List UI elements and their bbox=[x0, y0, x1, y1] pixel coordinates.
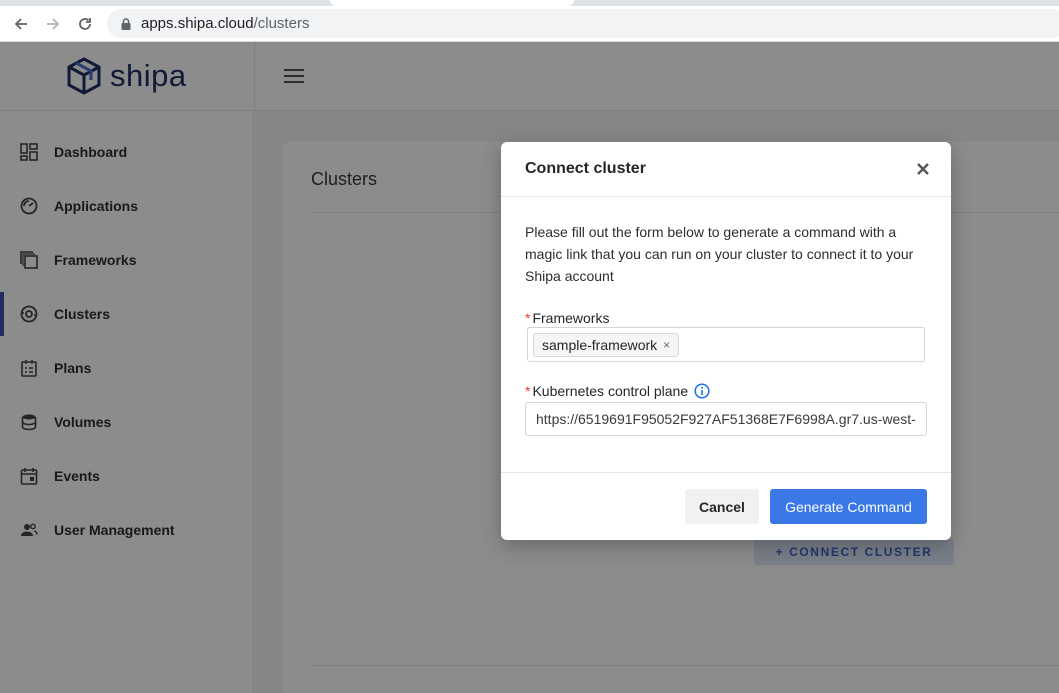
control-plane-input[interactable] bbox=[525, 402, 927, 436]
browser-toolbar: apps.shipa.cloud/clusters bbox=[0, 6, 1059, 42]
lock-icon bbox=[121, 17, 131, 30]
generate-command-button[interactable]: Generate Command bbox=[770, 489, 927, 524]
framework-tag: sample-framework × bbox=[533, 333, 680, 357]
cancel-button[interactable]: Cancel bbox=[685, 489, 759, 524]
info-icon[interactable] bbox=[694, 383, 710, 399]
close-icon[interactable] bbox=[915, 161, 931, 177]
url-host: apps.shipa.cloud bbox=[141, 15, 254, 32]
back-arrow-icon[interactable] bbox=[8, 11, 34, 37]
required-mark: * bbox=[525, 310, 531, 326]
modal-header: Connect cluster bbox=[501, 142, 951, 197]
url-text: apps.shipa.cloud/clusters bbox=[141, 15, 309, 32]
modal-title: Connect cluster bbox=[525, 160, 646, 177]
required-mark: * bbox=[525, 383, 531, 399]
connect-cluster-modal: Connect cluster Please fill out the form… bbox=[501, 142, 951, 540]
reload-icon[interactable] bbox=[72, 11, 98, 37]
modal-footer-divider bbox=[501, 472, 951, 473]
forward-arrow-icon[interactable] bbox=[40, 11, 66, 37]
frameworks-label-text: Frameworks bbox=[532, 310, 610, 326]
frameworks-select[interactable]: sample-framework × bbox=[527, 327, 925, 362]
framework-tag-label: sample-framework bbox=[542, 337, 658, 353]
url-path: /clusters bbox=[253, 15, 310, 32]
frameworks-label: * Frameworks bbox=[525, 310, 609, 326]
control-plane-label-text: Kubernetes control plane bbox=[532, 383, 689, 399]
control-plane-label: * Kubernetes control plane bbox=[525, 383, 710, 399]
remove-tag-icon[interactable]: × bbox=[663, 338, 670, 352]
address-bar[interactable]: apps.shipa.cloud/clusters bbox=[107, 9, 1059, 38]
modal-description: Please fill out the form below to genera… bbox=[525, 224, 914, 284]
